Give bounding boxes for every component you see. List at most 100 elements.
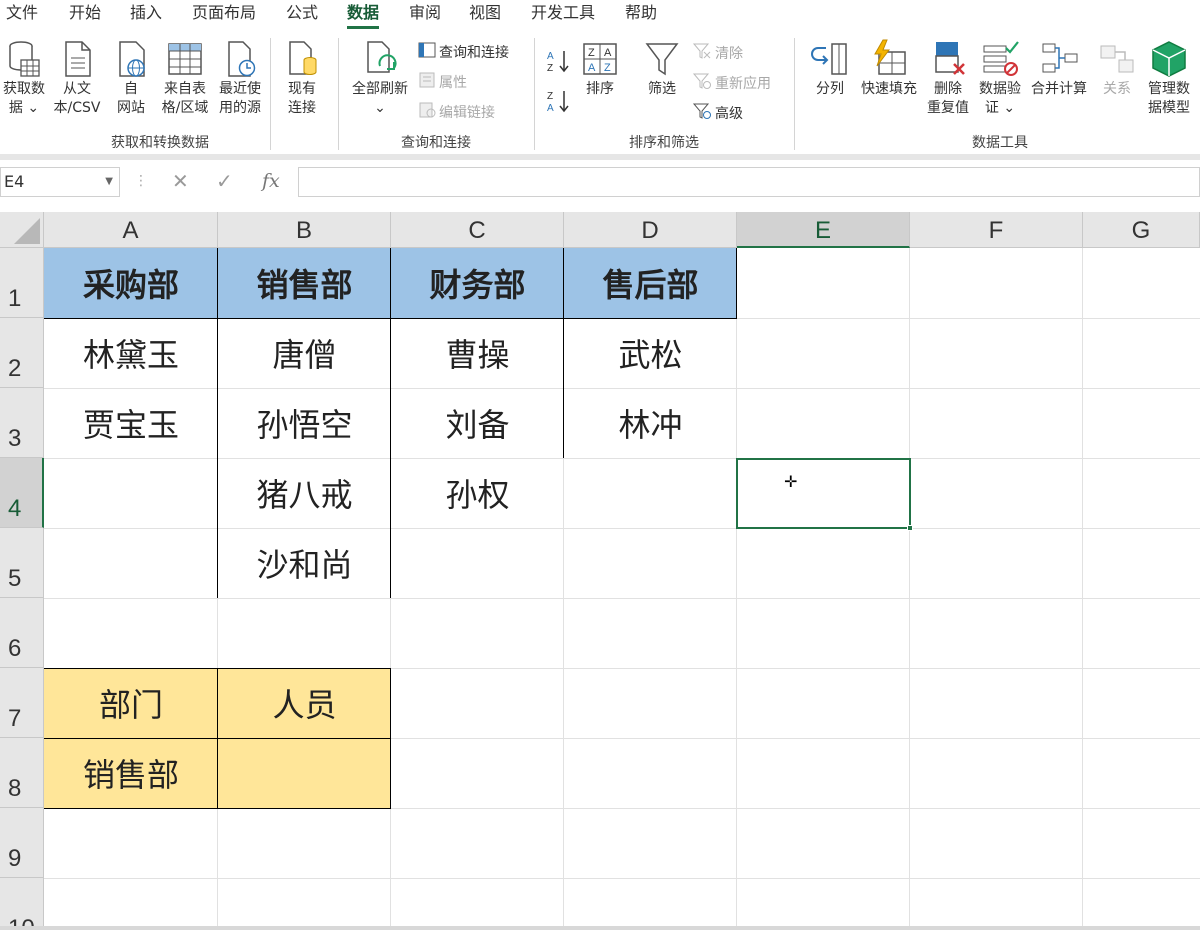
data-validation-label-1: 数据验: [979, 81, 1021, 97]
grid-spacer: [0, 204, 1200, 212]
filter-button[interactable]: 筛选: [640, 38, 684, 99]
text-to-columns-button[interactable]: 分列: [806, 38, 854, 99]
formula-bar: E4 ▼ ⋮ ✕ ✓ fx: [0, 160, 1200, 204]
name-box-dropdown-icon[interactable]: ▼: [105, 168, 113, 196]
cell-b1[interactable]: 销售部: [218, 248, 391, 318]
tab-help[interactable]: 帮助: [625, 2, 657, 26]
consolidate-button[interactable]: 合并计算: [1028, 38, 1090, 99]
gridline: [44, 878, 1200, 879]
relationships-button[interactable]: 关系: [1094, 38, 1140, 99]
cell-b4[interactable]: 猪八戒: [218, 458, 391, 528]
column-header-e[interactable]: E: [737, 212, 910, 248]
from-web-button[interactable]: 自 网站: [108, 38, 154, 118]
edit-links-button[interactable]: 编辑链接: [418, 102, 495, 124]
cell-c2[interactable]: 曹操: [391, 318, 564, 388]
cell-c1[interactable]: 财务部: [391, 248, 564, 318]
refresh-all-button[interactable]: 全部刷新 ⌄: [346, 38, 414, 118]
tab-home[interactable]: 开始: [69, 2, 101, 26]
cell-a7[interactable]: 部门: [44, 668, 218, 738]
get-data-button[interactable]: 获取数 据 ⌄: [0, 38, 48, 118]
cell-d2[interactable]: 武松: [564, 318, 737, 388]
column-header-f[interactable]: F: [910, 212, 1083, 248]
row-header-7[interactable]: 7: [0, 668, 44, 738]
relationships-label: 关系: [1103, 81, 1131, 97]
table-icon: [168, 43, 202, 75]
row-header-6[interactable]: 6: [0, 598, 44, 668]
insert-function-icon[interactable]: fx: [262, 170, 280, 192]
name-box-value: E4: [4, 172, 25, 191]
tab-file[interactable]: 文件: [6, 2, 38, 26]
ribbon: 获取数 据 ⌄ 从文 本/CSV 自 网站 来自表 格/区域 最近使 用的源 现…: [0, 32, 1200, 154]
select-all-corner[interactable]: [0, 212, 44, 248]
cell-d1[interactable]: 售后部: [564, 248, 737, 318]
advanced-filter-button[interactable]: 高级: [692, 102, 743, 126]
active-cell-selection-e4[interactable]: [736, 458, 913, 531]
remove-duplicates-button[interactable]: 删除 重复值: [924, 38, 972, 118]
row-header-9[interactable]: 9: [0, 808, 44, 878]
from-text-csv-button[interactable]: 从文 本/CSV: [50, 38, 104, 118]
cell-a8[interactable]: 销售部: [44, 738, 218, 808]
tab-review[interactable]: 审阅: [409, 2, 441, 26]
sort-button[interactable]: Z A A Z 排序: [578, 38, 622, 99]
tab-formulas[interactable]: 公式: [286, 2, 318, 26]
row-header-8[interactable]: 8: [0, 738, 44, 808]
column-header-g[interactable]: G: [1083, 212, 1200, 248]
column-header-c[interactable]: C: [391, 212, 564, 248]
cell-a2[interactable]: 林黛玉: [44, 318, 218, 388]
fill-handle[interactable]: [907, 525, 913, 531]
refresh-all-dropdown-icon: ⌄: [374, 100, 386, 116]
flash-fill-button[interactable]: 快速填充: [858, 38, 920, 99]
cell-c4[interactable]: 孙权: [391, 458, 564, 528]
tab-insert[interactable]: 插入: [130, 2, 162, 26]
row-header-2[interactable]: 2: [0, 318, 44, 388]
gridline: [44, 598, 1200, 599]
sort-ascending-button[interactable]: A Z: [546, 48, 572, 74]
tab-page-layout[interactable]: 页面布局: [192, 2, 256, 26]
spreadsheet-grid: A B C D E F G 1 2 3 4 5 6 7 8 9 10 采购部 销…: [0, 212, 1200, 930]
reapply-filter-button[interactable]: 重新应用: [692, 72, 771, 96]
formula-input[interactable]: [298, 167, 1200, 197]
row-header-1[interactable]: 1: [0, 248, 44, 318]
queries-connections-button[interactable]: 查询和连接: [418, 42, 509, 64]
existing-connections-button[interactable]: 现有 连接: [278, 38, 326, 118]
cell-c3[interactable]: 刘备: [391, 388, 564, 458]
from-table-range-button[interactable]: 来自表 格/区域: [158, 38, 212, 118]
cell-b8[interactable]: [218, 738, 391, 808]
properties-icon: [418, 72, 436, 94]
cancel-icon[interactable]: ✕: [172, 170, 189, 192]
tab-data[interactable]: 数据: [347, 2, 380, 29]
text-file-icon: [65, 41, 91, 77]
row-header-4[interactable]: 4: [0, 458, 44, 528]
cell-d3[interactable]: 林冲: [564, 388, 737, 458]
clear-filter-button[interactable]: 清除: [692, 42, 743, 66]
sort-descending-button[interactable]: Z A: [546, 88, 572, 114]
remove-duplicates-icon: [935, 42, 965, 75]
cell-b7[interactable]: 人员: [218, 668, 391, 738]
cell-b2[interactable]: 唐僧: [218, 318, 391, 388]
svg-text:A: A: [547, 51, 554, 62]
data-validation-button[interactable]: 数据验 证 ⌄: [974, 38, 1026, 118]
manage-data-model-button[interactable]: 管理数 据模型: [1142, 38, 1196, 118]
from-web-label-1: 自: [124, 81, 138, 97]
column-header-d[interactable]: D: [564, 212, 737, 248]
cell-a3[interactable]: 贾宝玉: [44, 388, 218, 458]
row-header-3[interactable]: 3: [0, 388, 44, 458]
tab-view[interactable]: 视图: [469, 2, 501, 26]
cell-cursor-icon: ✛: [784, 472, 798, 491]
filter-funnel-icon: [645, 43, 679, 76]
cell-a1[interactable]: 采购部: [44, 248, 218, 318]
cell-b5[interactable]: 沙和尚: [218, 528, 391, 598]
recent-sources-button[interactable]: 最近使 用的源: [213, 38, 267, 118]
group-label-data-tools: 数据工具: [972, 135, 1028, 151]
relationships-icon: [1100, 45, 1134, 73]
sort-label: 排序: [586, 81, 614, 97]
properties-button[interactable]: 属性: [418, 72, 467, 94]
row-header-10[interactable]: 10: [0, 878, 44, 930]
tab-developer[interactable]: 开发工具: [531, 2, 595, 26]
column-header-a[interactable]: A: [44, 212, 218, 248]
cell-b3[interactable]: 孙悟空: [218, 388, 391, 458]
column-header-b[interactable]: B: [218, 212, 391, 248]
name-box[interactable]: E4 ▼: [0, 167, 120, 197]
row-header-5[interactable]: 5: [0, 528, 44, 598]
enter-check-icon[interactable]: ✓: [216, 170, 233, 192]
